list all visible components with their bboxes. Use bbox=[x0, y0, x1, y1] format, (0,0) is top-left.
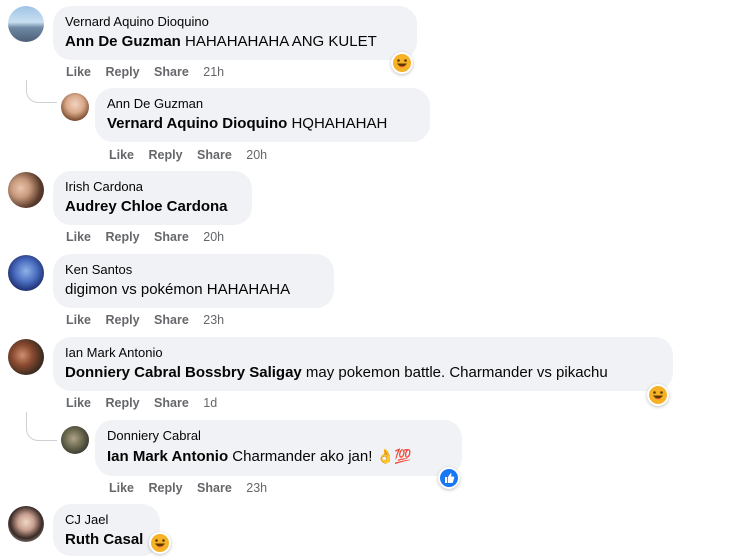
avatar[interactable] bbox=[8, 506, 44, 542]
like-button[interactable]: Like bbox=[66, 230, 91, 244]
comment-text: Charmander ako jan! bbox=[232, 448, 373, 465]
comment-actions: Like Reply Share 23h bbox=[109, 481, 278, 495]
mention-link[interactable]: Ian Mark Antonio bbox=[107, 448, 228, 465]
timestamp[interactable]: 1d bbox=[203, 396, 217, 410]
comment-author[interactable]: Ken Santos bbox=[65, 262, 322, 278]
comment-bubble: CJ Jael Ruth Casal bbox=[53, 504, 160, 556]
share-button[interactable]: Share bbox=[154, 65, 189, 79]
avatar[interactable] bbox=[8, 255, 44, 291]
comment-text: may pokemon battle. Charmander vs pikach… bbox=[305, 364, 608, 381]
comment-actions: Like Reply Share 23h bbox=[66, 313, 235, 327]
haha-reaction-icon[interactable] bbox=[647, 384, 669, 406]
like-button[interactable]: Like bbox=[66, 313, 91, 327]
like-button[interactable]: Like bbox=[109, 481, 134, 495]
mention-link[interactable]: Donniery Cabral Bossbry Saligay bbox=[65, 364, 302, 381]
mention-link[interactable]: Ann De Guzman bbox=[65, 33, 181, 50]
timestamp[interactable]: 23h bbox=[246, 481, 267, 495]
reply-button[interactable]: Reply bbox=[106, 65, 140, 79]
comment-bubble: Donniery Cabral Ian Mark Antonio Charman… bbox=[95, 420, 462, 476]
comment-actions: Like Reply Share 1d bbox=[66, 396, 228, 410]
avatar[interactable] bbox=[61, 93, 89, 121]
comment-bubble: Ken Santos digimon vs pokémon HAHAHAHA bbox=[53, 254, 334, 308]
avatar[interactable] bbox=[8, 6, 44, 42]
thread-connector bbox=[26, 412, 57, 441]
comment-bubble: Vernard Aquino Dioquino Ann De Guzman HA… bbox=[53, 6, 417, 60]
timestamp[interactable]: 20h bbox=[203, 230, 224, 244]
reply-button[interactable]: Reply bbox=[149, 148, 183, 162]
ok-hundred-emoji: 👌💯 bbox=[376, 448, 412, 464]
avatar[interactable] bbox=[8, 339, 44, 375]
avatar[interactable] bbox=[8, 172, 44, 208]
timestamp[interactable]: 20h bbox=[246, 148, 267, 162]
like-button[interactable]: Like bbox=[109, 148, 134, 162]
comment-author[interactable]: Irish Cardona bbox=[65, 179, 240, 195]
comment-actions: Like Reply Share 20h bbox=[109, 148, 278, 162]
share-button[interactable]: Share bbox=[154, 313, 189, 327]
like-reaction-icon[interactable] bbox=[438, 467, 460, 489]
haha-reaction-icon[interactable] bbox=[149, 532, 171, 554]
comment-bubble: Ann De Guzman Vernard Aquino Dioquino HQ… bbox=[95, 88, 430, 142]
share-button[interactable]: Share bbox=[154, 230, 189, 244]
comment-author[interactable]: Ian Mark Antonio bbox=[65, 345, 661, 361]
like-button[interactable]: Like bbox=[66, 396, 91, 410]
reply-button[interactable]: Reply bbox=[149, 481, 183, 495]
comment-author[interactable]: Ann De Guzman bbox=[107, 96, 418, 112]
share-button[interactable]: Share bbox=[197, 481, 232, 495]
share-button[interactable]: Share bbox=[197, 148, 232, 162]
timestamp[interactable]: 21h bbox=[203, 65, 224, 79]
mention-link[interactable]: Audrey Chloe Cardona bbox=[65, 198, 228, 215]
comment-bubble: Irish Cardona Audrey Chloe Cardona bbox=[53, 171, 252, 225]
comment-actions: Like Reply Share 21h bbox=[66, 65, 235, 79]
haha-reaction-icon[interactable] bbox=[391, 52, 413, 74]
timestamp[interactable]: 23h bbox=[203, 313, 224, 327]
like-button[interactable]: Like bbox=[66, 65, 91, 79]
mention-link[interactable]: Vernard Aquino Dioquino bbox=[107, 115, 287, 132]
avatar[interactable] bbox=[61, 426, 89, 454]
comment-text: HQHAHAHAH bbox=[291, 115, 388, 132]
share-button[interactable]: Share bbox=[154, 396, 189, 410]
comment-actions: Like Reply Share 20h bbox=[66, 230, 235, 244]
mention-link[interactable]: Ruth Casal bbox=[65, 531, 143, 548]
comment-author[interactable]: CJ Jael bbox=[65, 512, 148, 528]
reply-button[interactable]: Reply bbox=[106, 230, 140, 244]
thread-connector bbox=[26, 80, 57, 103]
comment-bubble: Ian Mark Antonio Donniery Cabral Bossbry… bbox=[53, 337, 673, 391]
reply-button[interactable]: Reply bbox=[106, 396, 140, 410]
comment-text: digimon vs pokémon HAHAHAHA bbox=[65, 281, 291, 298]
comment-author[interactable]: Donniery Cabral bbox=[107, 428, 450, 444]
reply-button[interactable]: Reply bbox=[106, 313, 140, 327]
comment-text: HAHAHAHAHA ANG KULET bbox=[185, 33, 377, 50]
comment-author[interactable]: Vernard Aquino Dioquino bbox=[65, 14, 405, 30]
